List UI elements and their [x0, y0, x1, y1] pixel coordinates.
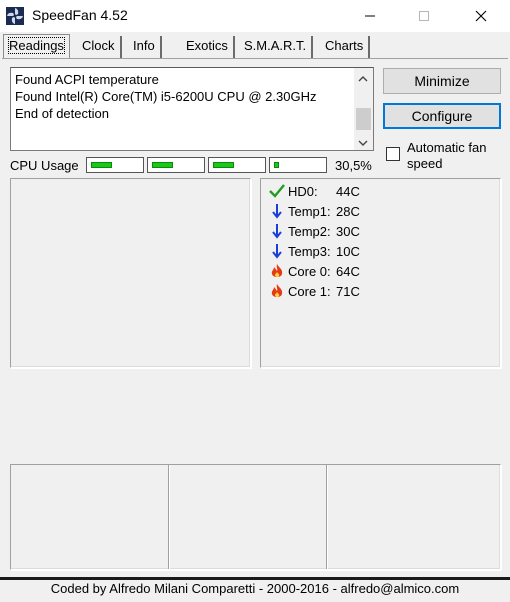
automatic-fan-speed-checkbox[interactable] [386, 147, 400, 161]
reading-label: Temp2: [288, 223, 331, 239]
close-icon [475, 10, 487, 22]
tab-label: Exotics [186, 38, 228, 53]
log-line: Found Intel(R) Core(TM) i5-6200U CPU @ 2… [15, 89, 317, 104]
status-bar-text: Coded by Alfredo Milani Comparetti - 200… [50, 581, 460, 596]
log-line: End of detection [15, 106, 109, 121]
close-window-button[interactable] [458, 0, 504, 32]
reading-label: HD0: [288, 183, 318, 199]
fan-icon [6, 7, 24, 25]
cpu-core-meter-fill [91, 162, 112, 168]
configure-button[interactable]: Configure [383, 103, 501, 129]
reading-label: Temp1: [288, 203, 331, 219]
reading-hd0: HD0: 44C [268, 181, 360, 201]
reading-value: 30C [336, 223, 360, 239]
reading-temp1: Temp1: 28C [268, 201, 360, 221]
reading-label: Core 1: [288, 283, 331, 299]
flame-icon [268, 262, 286, 280]
tab-label: Clock [82, 38, 115, 53]
tab-label: Readings [8, 37, 65, 54]
minimize-window-button[interactable] [347, 0, 393, 32]
tab-smart[interactable]: S.M.A.R.T. [239, 36, 314, 58]
cpu-core-meter-fill [274, 162, 279, 168]
arrow-down-icon [268, 242, 286, 260]
reading-label: Temp3: [288, 243, 331, 259]
reading-core0: Core 0: 64C [268, 261, 360, 281]
cpu-core-meter-fill [152, 162, 173, 168]
tab-charts[interactable]: Charts [320, 36, 371, 58]
tab-label: Charts [325, 38, 364, 53]
tab-exotics[interactable]: Exotics [181, 36, 235, 58]
arrow-down-icon [268, 222, 286, 240]
cpu-core-meter [269, 157, 327, 173]
log-line: Found ACPI temperature [15, 72, 159, 87]
tab-label: S.M.A.R.T. [244, 38, 307, 53]
voltages-panel [10, 464, 501, 570]
check-icon [268, 182, 286, 200]
tab-info[interactable]: Info [128, 36, 162, 58]
automatic-fan-speed-label: Automatic fan speed [407, 140, 487, 171]
tab-readings[interactable]: Readings [3, 34, 70, 58]
tab-clock[interactable]: Clock [77, 36, 122, 58]
reading-value: 64C [336, 263, 360, 279]
scroll-thumb[interactable] [356, 108, 371, 130]
window-title: SpeedFan 4.52 [32, 7, 128, 23]
reading-value: 71C [336, 283, 360, 299]
cpu-core-meter-fill [213, 162, 234, 168]
section-divider [168, 465, 169, 569]
maximize-icon [419, 11, 429, 21]
tab-label: Info [133, 38, 155, 53]
chevron-down-icon[interactable] [357, 136, 369, 151]
flame-icon [268, 282, 286, 300]
log-scrollbar[interactable] [354, 68, 373, 150]
tab-strip-border [2, 58, 508, 59]
minimize-button[interactable]: Minimize [383, 68, 501, 94]
cpu-usage-label: CPU Usage [10, 158, 79, 173]
reading-label: Core 0: [288, 263, 331, 279]
minimize-icon [365, 15, 375, 17]
title-bar[interactable]: SpeedFan 4.52 [0, 0, 510, 32]
maximize-window-button[interactable] [401, 0, 447, 32]
cpu-core-meter [86, 157, 144, 173]
reading-core1: Core 1: 71C [268, 281, 360, 301]
reading-temp3: Temp3: 10C [268, 241, 360, 261]
reading-value: 44C [336, 183, 360, 199]
section-divider [326, 465, 327, 569]
chevron-up-icon[interactable] [357, 72, 369, 87]
temperatures-panel: HD0: 44C Temp1: 28C Temp2: 30C Temp3: 10… [260, 178, 501, 368]
cpu-core-meter [208, 157, 266, 173]
reading-value: 28C [336, 203, 360, 219]
reading-value: 10C [336, 243, 360, 259]
detection-log[interactable]: Found ACPI temperature Found Intel(R) Co… [10, 67, 374, 151]
fan-speeds-panel [10, 178, 251, 368]
arrow-down-icon [268, 202, 286, 220]
cpu-usage-value: 30,5% [335, 158, 372, 173]
reading-temp2: Temp2: 30C [268, 221, 360, 241]
cpu-core-meter [147, 157, 205, 173]
